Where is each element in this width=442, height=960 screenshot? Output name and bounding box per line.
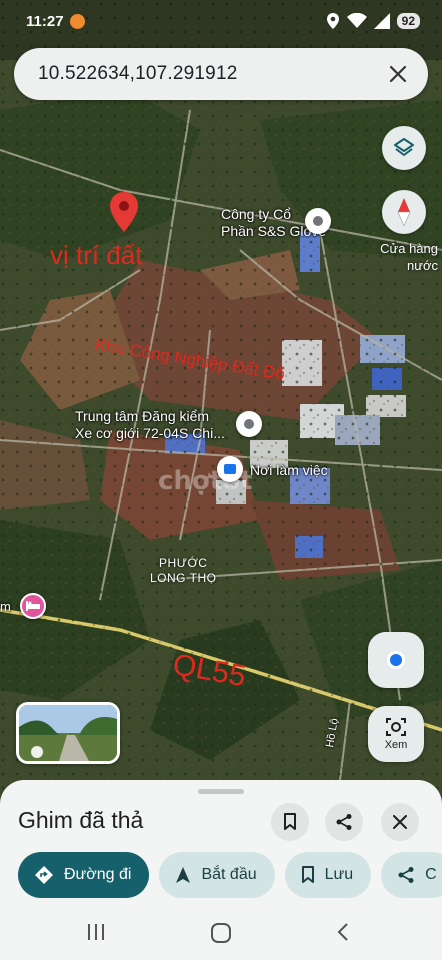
system-nav-bar bbox=[0, 906, 442, 960]
street-view-image bbox=[19, 705, 117, 761]
sheet-drag-handle[interactable] bbox=[198, 789, 244, 794]
share-icon bbox=[336, 814, 352, 830]
compass-icon bbox=[397, 198, 411, 226]
status-time: 11:27 bbox=[26, 12, 64, 30]
start-label: Bắt đầu bbox=[201, 866, 257, 883]
poi-label-workplace[interactable]: Nơi làm việc bbox=[250, 462, 328, 479]
close-icon bbox=[393, 815, 407, 829]
poi-marker-icon[interactable] bbox=[305, 208, 331, 234]
save-label: Lưu bbox=[324, 866, 354, 883]
poi-label-edge[interactable]: m bbox=[0, 598, 11, 615]
share-icon bbox=[398, 867, 414, 883]
layers-button[interactable] bbox=[382, 126, 426, 170]
close-sheet-button[interactable] bbox=[381, 803, 419, 841]
view-button[interactable]: Xem bbox=[368, 706, 424, 762]
battery-level: 92 bbox=[396, 13, 420, 29]
start-chip[interactable]: Bắt đầu bbox=[159, 852, 275, 898]
wifi-icon bbox=[346, 13, 367, 28]
location-icon bbox=[326, 13, 339, 29]
save-chip[interactable]: Lưu bbox=[284, 852, 372, 898]
action-chips: Đường đi Bắt đầu Lưu C bbox=[18, 852, 442, 898]
status-bar: 11:27 92 bbox=[0, 0, 442, 42]
area-label: PHƯỚC LONG THỌ bbox=[150, 556, 217, 585]
screen-record-icon bbox=[69, 13, 85, 29]
bookmark-icon bbox=[284, 813, 296, 830]
poi-marker-icon[interactable] bbox=[236, 411, 262, 437]
signal-icon bbox=[373, 13, 390, 29]
directions-chip[interactable]: Đường đi bbox=[18, 852, 150, 898]
search-query[interactable]: 10.522634,107.291912 bbox=[38, 63, 384, 85]
share-label: C bbox=[425, 866, 437, 883]
lens-icon bbox=[386, 718, 406, 736]
site-annotation: vị trí đất bbox=[50, 240, 143, 270]
hotel-icon[interactable] bbox=[20, 593, 46, 619]
close-icon[interactable] bbox=[384, 60, 412, 88]
poi-label-water-shop[interactable]: Cửa hàng nước bbox=[372, 240, 442, 274]
search-bar[interactable]: 10.522634,107.291912 bbox=[14, 48, 428, 100]
sheet-title: Ghim đã thả bbox=[18, 807, 144, 833]
navigation-arrow-icon bbox=[176, 867, 191, 883]
share-chip[interactable]: C bbox=[381, 852, 442, 898]
recent-apps-icon[interactable] bbox=[86, 922, 106, 942]
poi-label-inspection[interactable]: Trung tâm Đăng kiểm Xe cơ giới 72-04S Ch… bbox=[75, 408, 225, 442]
save-pin-button[interactable] bbox=[271, 803, 309, 841]
my-location-icon bbox=[387, 651, 405, 669]
directions-icon bbox=[35, 866, 53, 884]
directions-label: Đường đi bbox=[64, 866, 132, 883]
dropped-pin-icon[interactable] bbox=[110, 192, 138, 232]
layers-icon bbox=[394, 138, 414, 156]
bookmark-icon bbox=[301, 866, 314, 883]
view-label: Xem bbox=[384, 739, 408, 751]
home-icon[interactable] bbox=[210, 922, 232, 944]
compass-button[interactable] bbox=[382, 190, 426, 234]
share-button[interactable] bbox=[325, 803, 363, 841]
back-icon[interactable] bbox=[336, 922, 350, 942]
street-view-thumbnail[interactable] bbox=[16, 702, 120, 764]
my-location-button[interactable] bbox=[368, 632, 424, 688]
briefcase-icon[interactable] bbox=[217, 456, 243, 482]
